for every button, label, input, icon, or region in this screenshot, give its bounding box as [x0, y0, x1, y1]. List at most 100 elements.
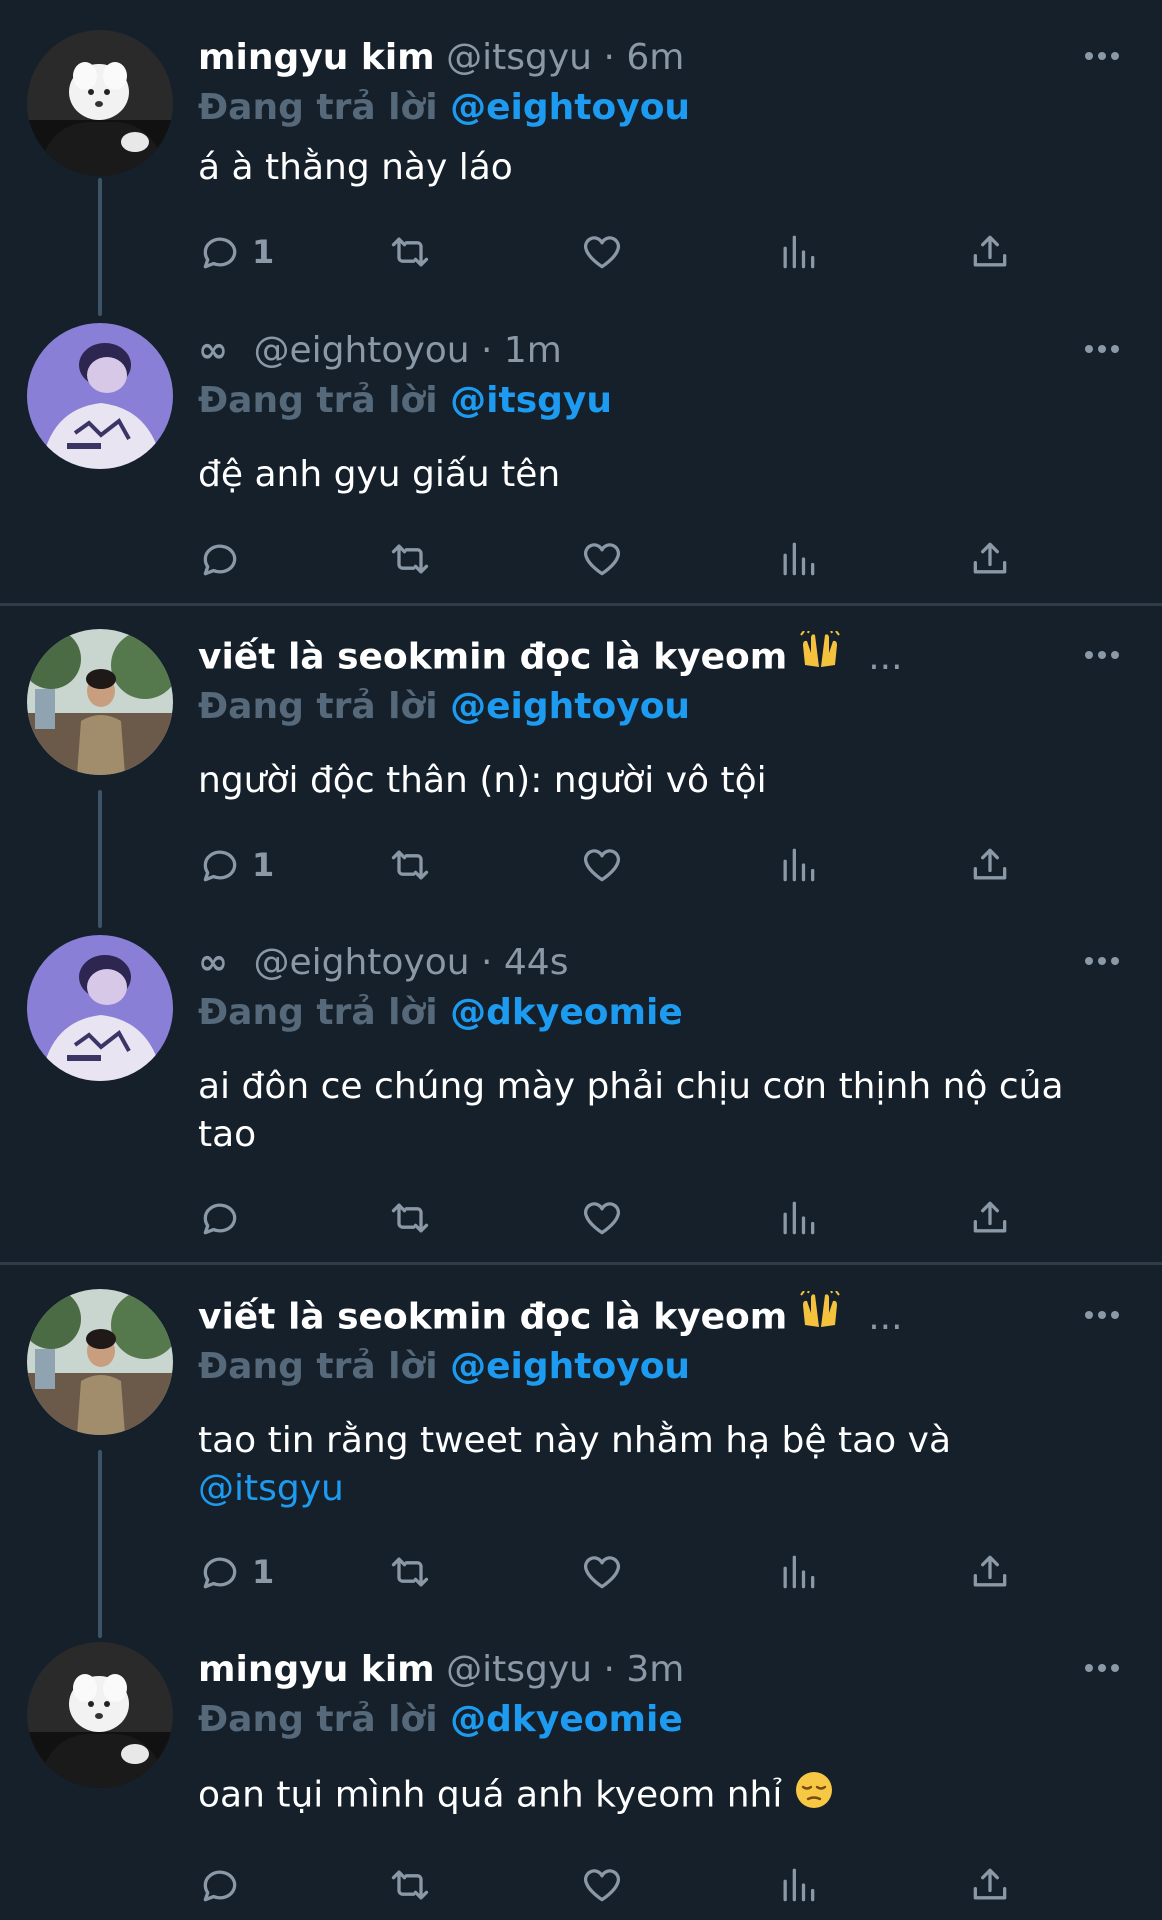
- tweet-header: mingyu kim @itsgyu · 3m: [198, 1644, 1058, 1696]
- reply-button[interactable]: 1: [198, 227, 274, 277]
- tweet-time[interactable]: · 6m: [603, 37, 684, 78]
- retweet-button[interactable]: [388, 1547, 432, 1597]
- display-name[interactable]: mingyu kim: [198, 1649, 435, 1690]
- more-button[interactable]: [1080, 34, 1124, 78]
- avatar-mingyu[interactable]: [27, 30, 173, 176]
- avatar-eightoyou[interactable]: [27, 935, 173, 1081]
- views-button[interactable]: [776, 227, 820, 277]
- replying-mention[interactable]: @eightoyou: [450, 87, 690, 128]
- reply-count: 1: [252, 1553, 275, 1591]
- replying-prefix: Đang trả lời: [198, 380, 438, 421]
- retweet-icon: [391, 237, 429, 267]
- reply-bubble-icon: [203, 850, 237, 882]
- share-button[interactable]: [968, 1547, 1012, 1597]
- retweet-button[interactable]: [388, 1193, 432, 1243]
- like-button[interactable]: [580, 534, 624, 584]
- tweet-text-content: đệ anh gyu giấu tên: [198, 454, 561, 495]
- share-button[interactable]: [968, 1860, 1012, 1910]
- display-name[interactable]: viết là seokmin đọc là kyeom: [198, 637, 787, 678]
- user-handle[interactable]: @itsgyu: [446, 37, 592, 78]
- like-button[interactable]: [580, 840, 624, 890]
- heart-icon: [583, 236, 621, 269]
- views-button[interactable]: [776, 534, 820, 584]
- retweet-button[interactable]: [388, 534, 432, 584]
- tweet-actions: [198, 1860, 1098, 1910]
- raised-hands-emoji: [799, 631, 841, 683]
- tweet-time[interactable]: · 3m: [603, 1649, 684, 1690]
- tweet-text: người độc thân (n): người vô tội: [198, 757, 1118, 805]
- retweet-button[interactable]: [388, 227, 432, 277]
- replying-to: Đang trả lời @eightoyou: [198, 1341, 690, 1393]
- reply-button[interactable]: 1: [198, 1547, 274, 1597]
- views-button[interactable]: [776, 1860, 820, 1910]
- like-button[interactable]: [580, 1193, 624, 1243]
- replying-mention[interactable]: @eightoyou: [450, 686, 690, 727]
- avatar-image: [27, 629, 173, 775]
- tweet-text-line: tao: [198, 1114, 257, 1155]
- share-button[interactable]: [968, 840, 1012, 890]
- tweet-time[interactable]: · 1m: [481, 330, 562, 371]
- more-button[interactable]: [1080, 633, 1124, 677]
- replying-to: Đang trả lời @eightoyou: [198, 681, 690, 733]
- like-button[interactable]: [580, 1860, 624, 1910]
- avatar-mingyu[interactable]: [27, 1642, 173, 1788]
- replying-prefix: Đang trả lời: [198, 1346, 438, 1387]
- tweet-text-line: ai đôn ce chúng mày phải chịu cơn thịnh …: [198, 1066, 1064, 1107]
- tweet-header: viết là seokmin đọc là kyeom ...: [198, 1291, 1058, 1343]
- tweet-actions: [198, 534, 1098, 584]
- avatar-seokmin[interactable]: [27, 1289, 173, 1435]
- tweet-text-content: người độc thân (n): người vô tội: [198, 760, 767, 801]
- avatar-image: [27, 935, 173, 1081]
- more-dots-icon: [1085, 651, 1119, 659]
- tweet-mention-link[interactable]: @itsgyu: [198, 1465, 1118, 1513]
- display-name-infinity[interactable]: ∞: [198, 942, 228, 983]
- more-button[interactable]: [1080, 327, 1124, 371]
- user-handle[interactable]: @itsgyu: [446, 1649, 592, 1690]
- more-dots-icon: [1085, 345, 1119, 353]
- replying-mention[interactable]: @dkyeomie: [450, 1699, 683, 1740]
- replying-to: Đang trả lời @itsgyu: [198, 375, 612, 427]
- retweet-icon: [391, 1557, 429, 1587]
- replying-mention[interactable]: @dkyeomie: [450, 992, 683, 1033]
- retweet-button[interactable]: [388, 1860, 432, 1910]
- more-button[interactable]: [1080, 1646, 1124, 1690]
- retweet-icon: [391, 544, 429, 574]
- more-button[interactable]: [1080, 1293, 1124, 1337]
- like-button[interactable]: [580, 1547, 624, 1597]
- share-button[interactable]: [968, 227, 1012, 277]
- like-button[interactable]: [580, 227, 624, 277]
- tweet-text: á à thằng này láo: [198, 144, 1118, 192]
- replying-mention[interactable]: @eightoyou: [450, 1346, 690, 1387]
- tweet-time[interactable]: · 44s: [481, 942, 568, 983]
- replying-prefix: Đang trả lời: [198, 1699, 438, 1740]
- reply-button[interactable]: [198, 1193, 252, 1243]
- share-upload-icon: [973, 235, 1007, 267]
- heart-icon: [583, 1869, 621, 1902]
- pensive-face-emoji: [794, 1770, 834, 1823]
- more-button[interactable]: [1080, 939, 1124, 983]
- display-name[interactable]: mingyu kim: [198, 37, 435, 78]
- user-handle[interactable]: @eightoyou: [253, 942, 469, 983]
- avatar-eightoyou[interactable]: [27, 323, 173, 469]
- retweet-button[interactable]: [388, 840, 432, 890]
- reply-button[interactable]: [198, 534, 252, 584]
- replying-to: Đang trả lời @dkyeomie: [198, 1694, 683, 1746]
- tweet-text: đệ anh gyu giấu tên: [198, 451, 1118, 499]
- replying-mention[interactable]: @itsgyu: [450, 380, 612, 421]
- share-button[interactable]: [968, 534, 1012, 584]
- avatar-seokmin[interactable]: [27, 629, 173, 775]
- reply-button[interactable]: 1: [198, 840, 274, 890]
- views-bars-icon: [783, 1868, 815, 1902]
- views-button[interactable]: [776, 840, 820, 890]
- user-handle[interactable]: @eightoyou: [253, 330, 469, 371]
- share-button[interactable]: [968, 1193, 1012, 1243]
- thread-line: [98, 790, 102, 928]
- thread-line: [98, 178, 102, 316]
- display-name-infinity[interactable]: ∞: [198, 330, 228, 371]
- retweet-icon: [391, 850, 429, 880]
- display-name[interactable]: viết là seokmin đọc là kyeom: [198, 1297, 787, 1338]
- reply-button[interactable]: [198, 1860, 252, 1910]
- views-button[interactable]: [776, 1193, 820, 1243]
- views-button[interactable]: [776, 1547, 820, 1597]
- views-bars-icon: [783, 1555, 815, 1589]
